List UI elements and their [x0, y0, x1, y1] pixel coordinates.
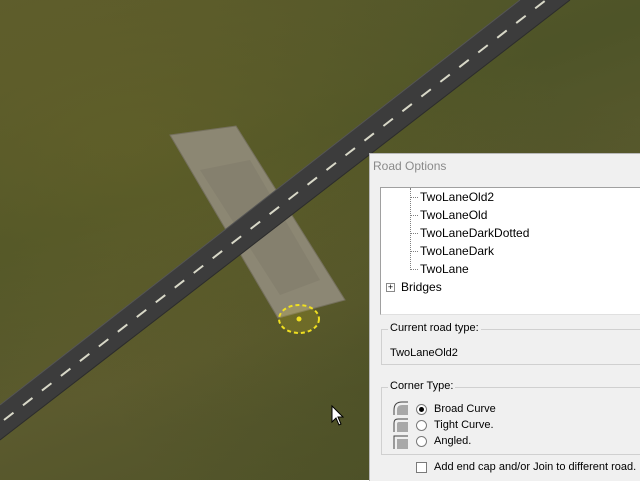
broad-curve-option[interactable]: Broad Curve [416, 402, 496, 416]
tree-branch-line [410, 188, 411, 270]
selection-center [296, 316, 302, 322]
end-cap-option[interactable]: Add end cap and/or Join to different roa… [416, 460, 636, 474]
end-cap-label: Add end cap and/or Join to different roa… [434, 461, 637, 473]
current-road-type-value: TwoLaneOld2 [390, 347, 458, 359]
tight-curve-option[interactable]: Tight Curve. [416, 418, 494, 432]
road-type-tree[interactable]: TwoLaneOld2 TwoLaneOld TwoLaneDarkDotted… [380, 187, 640, 315]
road-options-panel: Road Options TwoLaneOld2 TwoLaneOld TwoL… [369, 153, 640, 481]
current-road-type-group: Current road type: TwoLaneOld2 [381, 322, 640, 365]
angled-label: Angled. [434, 435, 472, 447]
end-cap-checkbox[interactable] [416, 461, 427, 473]
angled-corner-icon [393, 435, 408, 449]
mouse-cursor [331, 404, 345, 426]
corner-type-group: Corner Type: Broad Curve Tight Curve. An… [381, 380, 640, 455]
tree-item-bridges[interactable]: Bridges [401, 278, 442, 296]
tight-curve-label: Tight Curve. [434, 419, 494, 431]
angled-option[interactable]: Angled. [416, 434, 471, 448]
tree-item[interactable]: TwoLane [420, 260, 469, 278]
broad-curve-icon [393, 401, 408, 415]
tree-item[interactable]: TwoLaneOld [420, 206, 487, 224]
corner-type-label: Corner Type: [388, 380, 456, 392]
tight-curve-icon [393, 418, 408, 432]
tight-curve-radio[interactable] [416, 419, 427, 431]
broad-curve-label: Broad Curve [434, 403, 496, 415]
tree-item[interactable]: TwoLaneDark [420, 242, 494, 260]
panel-title: Road Options [373, 159, 447, 173]
tree-item[interactable]: TwoLaneDarkDotted [420, 224, 529, 242]
broad-curve-radio[interactable] [416, 403, 427, 415]
angled-radio[interactable] [416, 435, 427, 447]
tree-item[interactable]: TwoLaneOld2 [420, 188, 494, 206]
current-road-type-label: Current road type: [388, 322, 481, 334]
expand-plus-icon[interactable]: + [386, 283, 395, 292]
